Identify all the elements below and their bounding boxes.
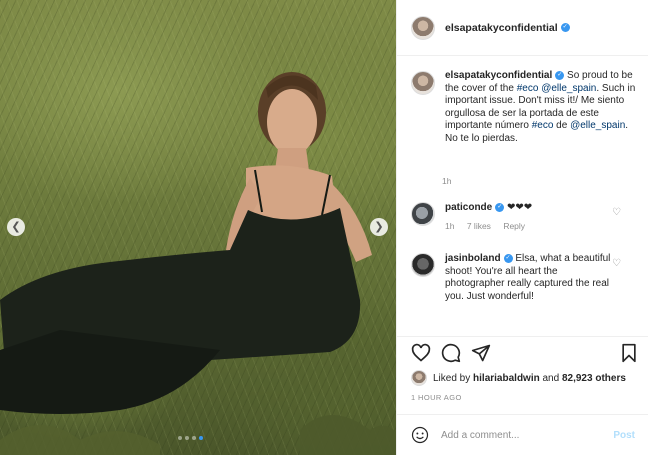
likes-middle: and bbox=[539, 372, 562, 384]
comment: paticonde ✓ ❤❤❤ 1h 7 likes Reply bbox=[411, 202, 639, 232]
comment-like-heart-icon[interactable]: ♡ bbox=[612, 259, 622, 269]
emoji-icon[interactable] bbox=[411, 426, 429, 444]
post-timestamp[interactable]: 1 HOUR AGO bbox=[411, 393, 462, 402]
comment-meta: 1h 7 likes Reply bbox=[445, 220, 617, 233]
comment-username[interactable]: paticonde bbox=[445, 202, 492, 213]
comment-body: jasinboland ✓ Elsa, what a beautiful shoo… bbox=[445, 253, 617, 303]
action-bar bbox=[411, 343, 491, 363]
carousel-indicator bbox=[178, 436, 203, 440]
liker-avatar[interactable] bbox=[411, 370, 427, 386]
post-detail-panel: elsapatakyconfidential ✓ elsapatakyconfi… bbox=[396, 0, 648, 455]
comment-time[interactable]: 1h bbox=[445, 221, 454, 231]
verified-badge-icon: ✓ bbox=[560, 23, 570, 32]
like-heart-icon[interactable] bbox=[411, 343, 431, 363]
comment-bubble-icon[interactable] bbox=[441, 343, 461, 363]
carousel-prev-button[interactable]: ❮ bbox=[7, 218, 25, 236]
comment-username[interactable]: jasinboland bbox=[445, 253, 501, 264]
caption-text: elsapatakyconfidential ✓ So proud to be t… bbox=[445, 70, 639, 145]
save-bookmark-icon[interactable] bbox=[619, 343, 639, 363]
carousel-dot bbox=[178, 436, 182, 440]
post-header: elsapatakyconfidential ✓ bbox=[397, 0, 648, 56]
mention-link[interactable]: @elle_spain bbox=[570, 120, 625, 131]
carousel-dot bbox=[192, 436, 196, 440]
liker-username[interactable]: hilariabaldwin bbox=[473, 373, 540, 384]
caption: elsapatakyconfidential ✓ So proud to be t… bbox=[411, 70, 639, 145]
likes-summary: Liked by hilariabaldwin and 82,923 other… bbox=[411, 370, 626, 386]
share-paper-plane-icon[interactable] bbox=[471, 343, 491, 363]
avatar[interactable] bbox=[411, 71, 435, 95]
comment-text: ❤❤❤ bbox=[507, 202, 533, 213]
mention-link[interactable]: @elle_spain bbox=[541, 83, 596, 94]
post-photo[interactable]: ❮ ❯ bbox=[0, 0, 396, 455]
post-comment-button[interactable]: Post bbox=[613, 430, 635, 441]
likes-text: Liked by hilariabaldwin and 82,923 other… bbox=[433, 373, 626, 384]
verified-badge-icon: ✓ bbox=[503, 253, 513, 263]
add-comment-bar: Post bbox=[397, 414, 648, 455]
comment-like-heart-icon[interactable]: ♡ bbox=[612, 208, 622, 218]
likes-prefix: Liked by bbox=[433, 372, 474, 384]
likes-others-link[interactable]: 82,923 others bbox=[562, 373, 626, 384]
avatar[interactable] bbox=[411, 202, 435, 226]
comment-body: paticonde ✓ ❤❤❤ 1h 7 likes Reply bbox=[445, 202, 617, 232]
divider bbox=[397, 336, 648, 338]
header-username[interactable]: elsapatakyconfidential bbox=[445, 22, 558, 34]
verified-badge-icon: ✓ bbox=[555, 70, 565, 80]
carousel-dot bbox=[185, 436, 189, 440]
woman-in-black-dress bbox=[0, 72, 396, 455]
comment: jasinboland ✓ Elsa, what a beautiful shoo… bbox=[411, 253, 639, 303]
verified-badge-icon: ✓ bbox=[495, 202, 505, 212]
reply-button[interactable]: Reply bbox=[503, 221, 525, 231]
avatar[interactable] bbox=[411, 253, 435, 277]
carousel-next-button[interactable]: ❯ bbox=[370, 218, 388, 236]
comment-input[interactable] bbox=[439, 428, 603, 442]
comment-likes[interactable]: 7 likes bbox=[467, 221, 491, 231]
caption-part: de bbox=[553, 120, 571, 131]
hashtag-link[interactable]: #eco bbox=[532, 120, 554, 131]
caption-username[interactable]: elsapatakyconfidential bbox=[445, 70, 552, 81]
carousel-dot-active bbox=[199, 436, 203, 440]
caption-time[interactable]: 1h bbox=[442, 176, 451, 186]
avatar[interactable] bbox=[411, 15, 435, 40]
hashtag-link[interactable]: #eco bbox=[517, 83, 539, 94]
